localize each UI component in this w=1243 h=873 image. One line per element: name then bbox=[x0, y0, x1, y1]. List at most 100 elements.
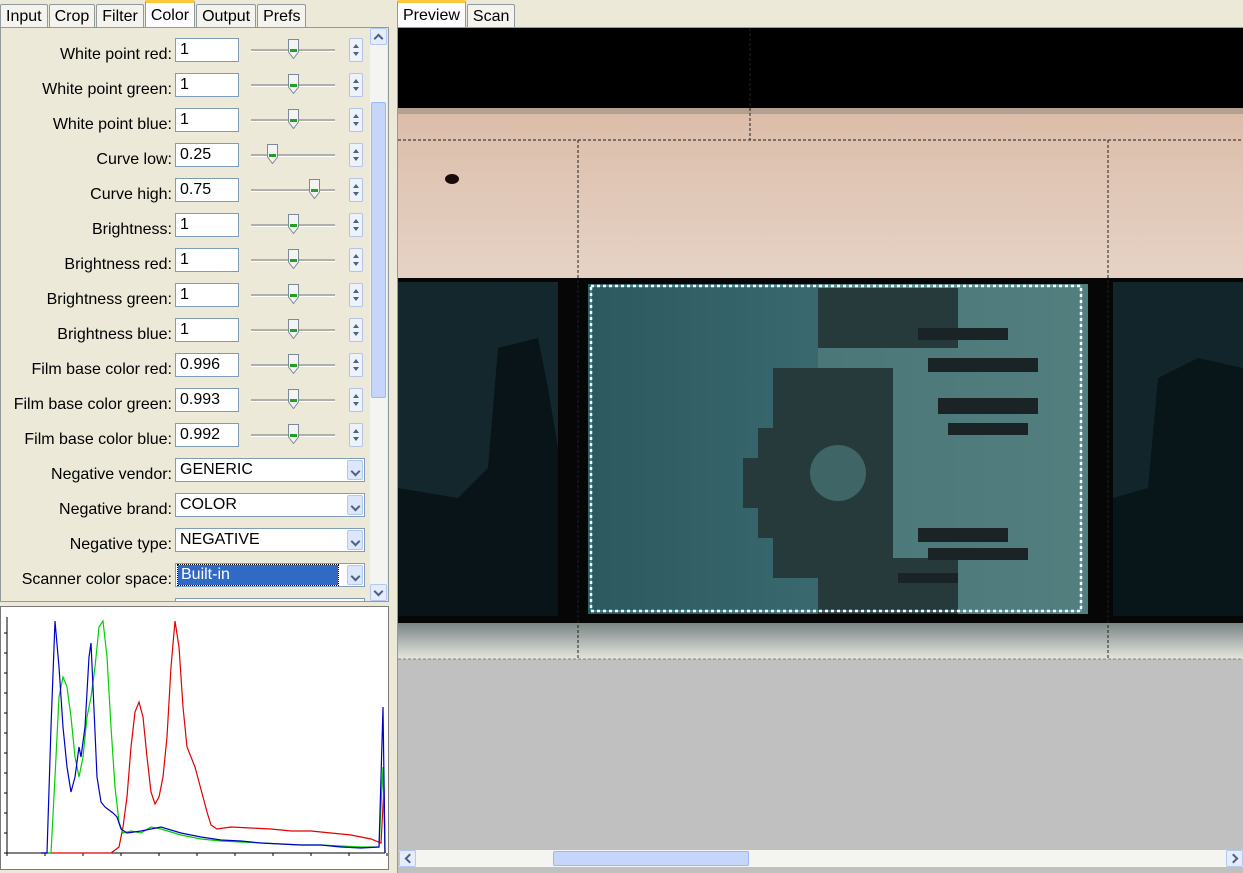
slider-thumb[interactable] bbox=[288, 249, 299, 269]
slider-thumb[interactable] bbox=[288, 284, 299, 304]
setting-label: Brightness red: bbox=[64, 256, 172, 273]
brightness-blue-slider[interactable] bbox=[251, 319, 335, 339]
scanner-color-space-select[interactable]: Built-in bbox=[175, 563, 365, 587]
scroll-down-icon[interactable] bbox=[370, 584, 387, 601]
negative-brand-select[interactable]: COLOR bbox=[175, 493, 365, 517]
slider-thumb[interactable] bbox=[288, 389, 299, 409]
white-point-blue-input[interactable] bbox=[175, 108, 239, 132]
white-point-red-input[interactable] bbox=[175, 38, 239, 62]
preview-scrollbar-thumb[interactable] bbox=[553, 851, 749, 866]
curve-high-spin-button[interactable] bbox=[349, 178, 363, 202]
scan-preview-image[interactable] bbox=[398, 28, 1243, 850]
chevron-down-icon[interactable] bbox=[347, 495, 363, 515]
tab-color[interactable]: Color bbox=[144, 0, 196, 28]
slider-thumb[interactable] bbox=[288, 354, 299, 374]
preview-tab-bar: Preview Scan bbox=[397, 0, 516, 28]
film-base-color-green-input[interactable] bbox=[175, 388, 239, 412]
setting-row-curve-low: Curve low: bbox=[1, 143, 371, 178]
white-point-green-input[interactable] bbox=[175, 73, 239, 97]
setting-row-film-base-color-blue: Film base color blue: bbox=[1, 423, 371, 458]
curve-low-spin-button[interactable] bbox=[349, 143, 363, 167]
brightness-blue-spin-button[interactable] bbox=[349, 318, 363, 342]
histogram-green-curve bbox=[45, 619, 386, 854]
tab-preview[interactable]: Preview bbox=[397, 0, 466, 28]
setting-label: Curve high: bbox=[90, 186, 172, 203]
setting-row-white-point-red: White point red: bbox=[1, 38, 371, 73]
slider-thumb[interactable] bbox=[309, 179, 320, 199]
film-base-color-red-input[interactable] bbox=[175, 353, 239, 377]
brightness-red-spin-button[interactable] bbox=[349, 248, 363, 272]
curve-low-input[interactable] bbox=[175, 143, 239, 167]
brightness-slider[interactable] bbox=[251, 214, 335, 234]
film-base-color-blue-slider[interactable] bbox=[251, 424, 335, 444]
brightness-red-slider[interactable] bbox=[251, 249, 335, 269]
setting-label: Brightness: bbox=[91, 221, 172, 238]
film-base-color-red-slider[interactable] bbox=[251, 354, 335, 374]
setting-row-brightness-green: Brightness green: bbox=[1, 283, 371, 318]
brightness-red-input[interactable] bbox=[175, 248, 239, 272]
settings-scrollbar-thumb[interactable] bbox=[371, 102, 386, 398]
brightness-green-input[interactable] bbox=[175, 283, 239, 307]
setting-row-white-point-green: White point green: bbox=[1, 73, 371, 108]
dropdown-label: Negative vendor: bbox=[51, 466, 172, 483]
white-point-green-spin-button[interactable] bbox=[349, 73, 363, 97]
white-point-blue-slider[interactable] bbox=[251, 109, 335, 129]
white-point-green-slider[interactable] bbox=[251, 74, 335, 94]
film-base-color-green-slider[interactable] bbox=[251, 389, 335, 409]
tab-output[interactable]: Output bbox=[196, 4, 257, 28]
brightness-green-spin-button[interactable] bbox=[349, 283, 363, 307]
next-dropdown-partial[interactable] bbox=[175, 598, 365, 601]
dropdown-row-negative-type: Negative type: NEGATIVE bbox=[1, 528, 371, 563]
film-base-color-red-spin-button[interactable] bbox=[349, 353, 363, 377]
tab-scan[interactable]: Scan bbox=[466, 4, 516, 28]
film-base-color-blue-input[interactable] bbox=[175, 423, 239, 447]
curve-high-input[interactable] bbox=[175, 178, 239, 202]
white-point-red-spin-button[interactable] bbox=[349, 38, 363, 62]
brightness-input[interactable] bbox=[175, 213, 239, 237]
tab-input[interactable]: Input bbox=[0, 4, 48, 28]
scroll-up-icon[interactable] bbox=[370, 28, 387, 45]
slider-thumb[interactable] bbox=[288, 74, 299, 94]
slider-thumb[interactable] bbox=[288, 109, 299, 129]
settings-scrollbar[interactable] bbox=[370, 28, 387, 601]
tab-crop[interactable]: Crop bbox=[48, 4, 96, 28]
dropdown-label: Negative type: bbox=[69, 536, 172, 553]
dust-speck bbox=[445, 174, 459, 184]
curve-low-slider[interactable] bbox=[251, 144, 335, 164]
slider-thumb[interactable] bbox=[288, 39, 299, 59]
tab-prefs[interactable]: Prefs bbox=[257, 4, 307, 28]
film-base-edge bbox=[398, 108, 1243, 114]
negative-vendor-select[interactable]: GENERIC bbox=[175, 458, 365, 482]
setting-label: Film base color red: bbox=[31, 361, 173, 378]
brightness-spin-button[interactable] bbox=[349, 213, 363, 237]
chevron-down-icon[interactable] bbox=[347, 530, 363, 550]
setting-label: White point red: bbox=[59, 46, 172, 63]
histogram-panel bbox=[0, 606, 389, 870]
scroll-right-icon[interactable] bbox=[1226, 850, 1243, 867]
film-base-color-green-spin-button[interactable] bbox=[349, 388, 363, 412]
slider-thumb[interactable] bbox=[288, 214, 299, 234]
chevron-down-icon[interactable] bbox=[347, 460, 363, 480]
preview-area bbox=[397, 27, 1243, 873]
slider-thumb[interactable] bbox=[288, 424, 299, 444]
setting-row-brightness-blue: Brightness blue: bbox=[1, 318, 371, 353]
slider-thumb[interactable] bbox=[288, 319, 299, 339]
film-base-color-blue-spin-button[interactable] bbox=[349, 423, 363, 447]
tab-filter[interactable]: Filter bbox=[96, 4, 144, 28]
chevron-down-icon[interactable] bbox=[347, 565, 363, 585]
curve-high-slider[interactable] bbox=[251, 179, 335, 199]
white-point-blue-spin-button[interactable] bbox=[349, 108, 363, 132]
film-base-strip bbox=[398, 108, 1243, 278]
white-point-red-slider[interactable] bbox=[251, 39, 335, 59]
preview-horizontal-scrollbar[interactable] bbox=[399, 850, 1243, 867]
brightness-green-slider[interactable] bbox=[251, 284, 335, 304]
setting-row-film-base-color-green: Film base color green: bbox=[1, 388, 371, 423]
selected-value: NEGATIVE bbox=[180, 531, 260, 548]
brightness-blue-input[interactable] bbox=[175, 318, 239, 342]
selected-value: Built-in bbox=[177, 564, 339, 586]
setting-label: Brightness blue: bbox=[57, 326, 172, 343]
slider-thumb[interactable] bbox=[267, 144, 278, 164]
histogram-blue-curve bbox=[41, 620, 386, 854]
negative-type-select[interactable]: NEGATIVE bbox=[175, 528, 365, 552]
scroll-left-icon[interactable] bbox=[399, 850, 416, 867]
